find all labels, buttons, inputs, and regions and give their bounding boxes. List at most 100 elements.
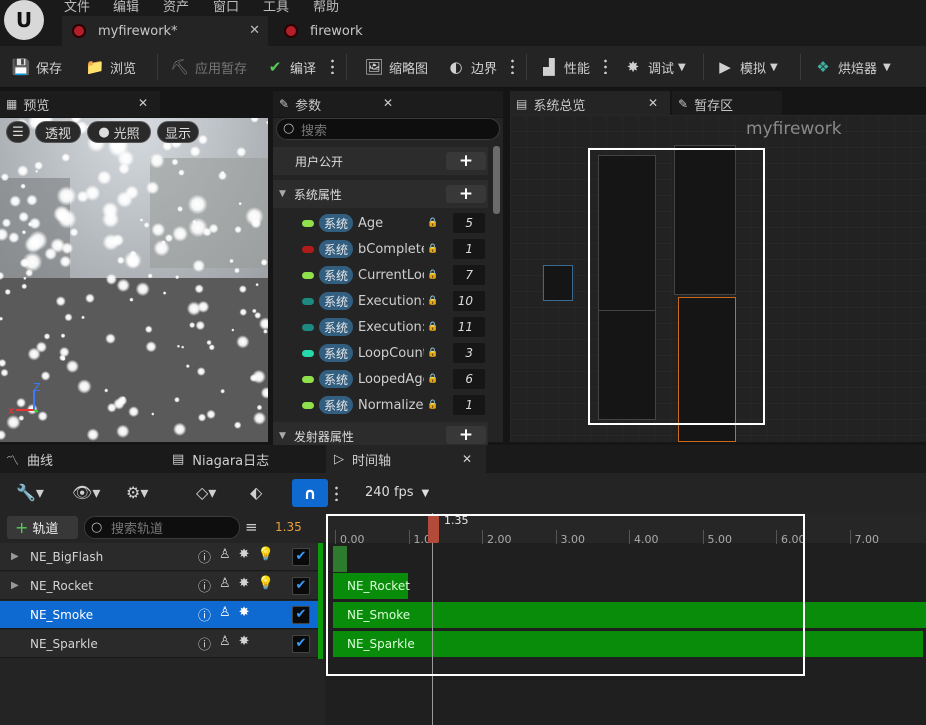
apply-button[interactable]: ⛏ 应用暂存 [170,46,247,88]
show-button[interactable]: 显示 [157,121,199,143]
preview-tab[interactable]: ▦ 预览 ✕ [0,91,160,117]
track-search-input[interactable]: ○ 搜索轨道 [84,516,240,539]
menu-tools[interactable]: 工具 [263,0,289,15]
unreal-logo[interactable]: U [4,0,44,40]
info-icon[interactable]: ⓘ [198,547,211,566]
info-icon[interactable]: ⓘ [198,576,211,595]
type-pin-icon [302,219,314,227]
snap-options-icon[interactable] [335,485,338,501]
light-bulb-icon[interactable]: 💡 [258,576,274,595]
performance-options-icon[interactable] [604,58,607,74]
param-row[interactable]: 系统 bComplete( 🔒 1 [273,236,488,262]
menu-asset[interactable]: 资产 [163,0,189,15]
params-search-input[interactable]: ○ 搜索 [276,118,500,140]
fps-dropdown[interactable]: 240 fps ▼ [365,485,429,500]
param-row[interactable]: 系统 Execution: 🔒 10 [273,288,488,314]
param-value[interactable]: 5 [453,213,485,233]
param-value[interactable]: 3 [453,343,485,363]
emitter-icon[interactable]: ♙ [219,576,231,595]
emitter-icon[interactable]: ♙ [219,547,231,566]
performance-button[interactable]: ▟ 性能 [540,46,590,88]
chevron-right-icon[interactable]: ▶ [11,551,19,562]
emitter-icon[interactable]: ♙ [219,605,231,624]
emitter-icon[interactable]: ♙ [219,634,231,653]
snap-settings-icon[interactable]: ⚙▾ [126,483,148,502]
param-value[interactable]: 1 [453,239,485,259]
close-icon[interactable]: ✕ [138,96,148,110]
thumbnail-button[interactable]: 🖼 缩略图 [364,46,428,88]
magnet-snap-button[interactable]: ∩ [292,479,328,507]
menu-help[interactable]: 帮助 [313,0,339,15]
tab-timeline[interactable]: ▷ 时间轴 ✕ [326,445,486,473]
viewport-menu-button[interactable]: ☰ [6,121,30,143]
add-user-param-button[interactable]: + [446,152,486,170]
simulate-button[interactable]: ▶ 模拟 ▼ [716,46,778,88]
track-enabled-checkbox[interactable]: ✔ [292,634,310,653]
params-scrollbar[interactable] [493,146,500,214]
add-track-button[interactable]: + 轨道 [7,516,78,539]
lit-button[interactable]: ● 光照 [87,121,151,143]
info-icon[interactable]: ⓘ [198,605,211,624]
system-node[interactable] [543,265,573,301]
param-row[interactable]: 系统 CurrentLoo 🔒 7 [273,262,488,288]
compile-options-icon[interactable] [331,58,334,74]
track-enabled-checkbox[interactable]: ✔ [292,547,310,566]
key-tangent-icon[interactable]: ⬖ [250,483,262,502]
param-value[interactable]: 7 [453,265,485,285]
add-system-param-button[interactable]: + [446,185,486,203]
param-value[interactable]: 6 [453,369,485,389]
tab-firework[interactable]: firework [274,16,474,46]
param-value[interactable]: 10 [453,291,485,311]
track-row[interactable]: ▶ NE_Rocket ⓘ ♙ ✸ 💡 ✔ [0,572,320,600]
compile-label: 编译 [290,61,317,77]
burst-icon[interactable]: ✸ [239,634,250,653]
debug-button[interactable]: ✸ 调试 ▼ [624,46,686,88]
param-row[interactable]: 系统 Execution: 🔒 11 [273,314,488,340]
light-bulb-icon[interactable]: 💡 [258,547,274,566]
params-tab[interactable]: ✎ 参数 ✕ [273,91,503,117]
track-row[interactable]: ▶ NE_BigFlash ⓘ ♙ ✸ 💡 ✔ [0,543,320,571]
close-icon[interactable]: ✕ [648,96,658,110]
track-enabled-checkbox[interactable]: ✔ [292,605,310,624]
wrench-icon[interactable]: 🔧▾ [16,483,44,502]
bounds-options-icon[interactable] [511,58,514,74]
browse-button[interactable]: 📁 浏览 [86,46,136,88]
param-row[interactable]: 系统 LoopCount 🔒 3 [273,340,488,366]
overview-tab[interactable]: ▤ 系统总览 ✕ [510,91,670,117]
track-row[interactable]: NE_Sparkle ⓘ ♙ ✸ ✔ [0,630,320,658]
menu-file[interactable]: 文件 [64,0,90,15]
tab-myfirework[interactable]: myfirework* ✕ [62,16,268,46]
current-time-readout[interactable]: 1.35 [275,520,302,534]
burst-icon[interactable]: ✸ [239,605,250,624]
burst-icon[interactable]: ✸ [239,547,250,566]
param-value[interactable]: 11 [453,317,485,337]
param-row[interactable]: 系统 Normalized 🔒 1 [273,392,488,418]
param-row[interactable]: 系统 Age 🔒 5 [273,210,488,236]
param-row[interactable]: 系统 LoopedAge 🔒 6 [273,366,488,392]
tab-niagara-log[interactable]: ▤ Niagara日志 [172,445,269,473]
compile-button[interactable]: ✔ 编译 [266,46,316,88]
close-icon[interactable]: ✕ [249,23,260,38]
track-row[interactable]: NE_Smoke ⓘ ♙ ✸ ✔ [0,601,320,629]
lock-icon: 🔒 [427,348,439,358]
baker-button[interactable]: ❖ 烘焙器 ▼ [814,46,890,88]
tab-curves[interactable]: 〽曲线 [6,445,53,473]
perspective-button[interactable]: 透视 [35,121,81,143]
menu-edit[interactable]: 编辑 [113,0,139,15]
staging-tab[interactable]: ✎ 暂存区 [672,91,782,117]
save-button[interactable]: 💾 保存 [12,46,62,88]
info-icon[interactable]: ⓘ [198,634,211,653]
filter-icon[interactable]: ≡ [245,518,258,536]
eye-icon[interactable]: 👁▾ [72,483,100,502]
keyframe-icon[interactable]: ◇▾ [196,483,216,502]
pencil-list-icon: ✎ [279,97,290,111]
menu-window[interactable]: 窗口 [213,0,239,15]
bounds-button[interactable]: ◐ 边界 [447,46,497,88]
param-value[interactable]: 1 [453,395,485,415]
add-emitter-param-button[interactable]: + [446,426,486,444]
close-icon[interactable]: ✕ [462,452,472,466]
chevron-right-icon[interactable]: ▶ [11,580,19,591]
track-enabled-checkbox[interactable]: ✔ [292,576,310,595]
close-icon[interactable]: ✕ [383,96,393,110]
burst-icon[interactable]: ✸ [239,576,250,595]
